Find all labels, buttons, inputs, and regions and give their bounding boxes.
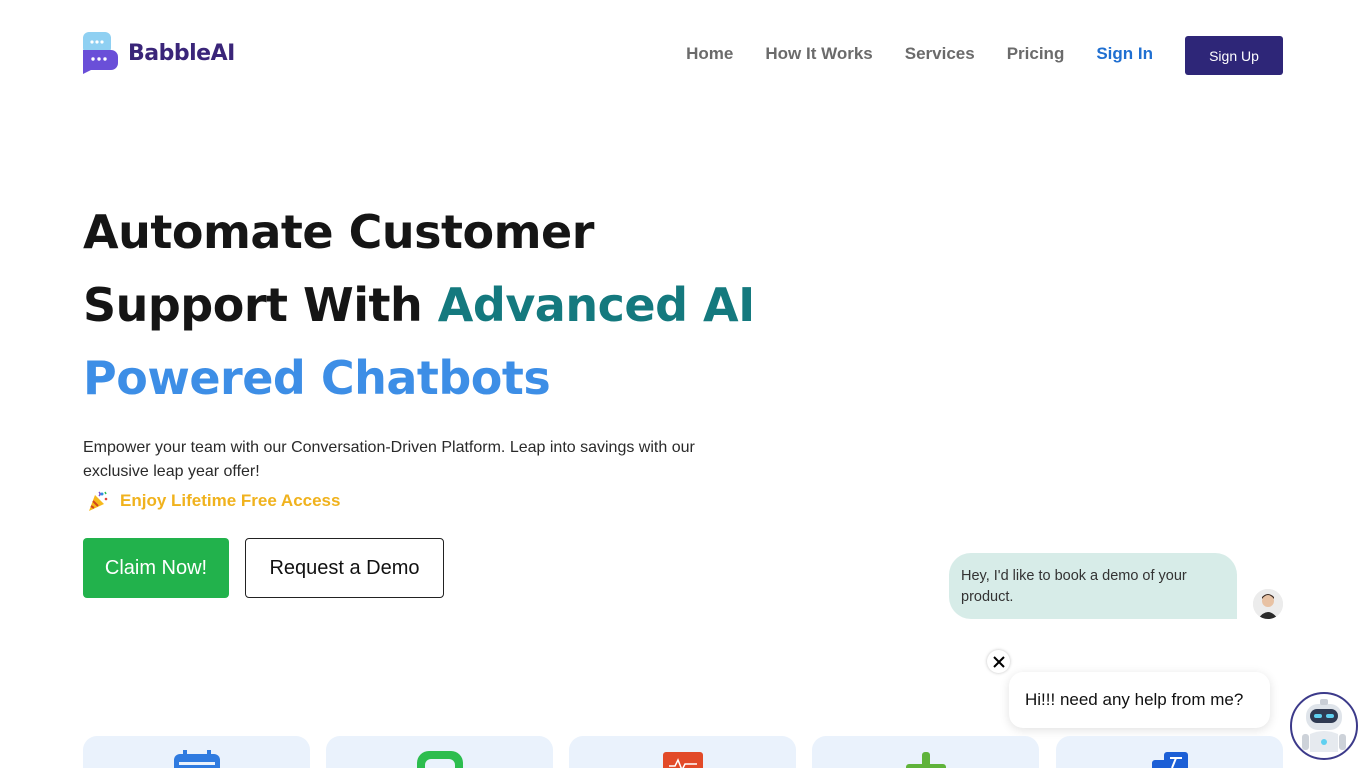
close-icon[interactable] [987,650,1010,673]
hero-title-line2a: Support With [83,278,438,332]
hero-title-highlight-blue: Powered Chatbots [83,351,551,405]
brand-logo[interactable]: BabbleAI [83,32,235,74]
feature-card-analytics[interactable] [569,736,796,768]
translate-icon [1146,750,1194,768]
nav-services[interactable]: Services [905,44,975,64]
site-header: BabbleAI Home How It Works Services Pric… [83,32,1283,76]
puzzle-icon [902,750,950,768]
sign-up-button[interactable]: Sign Up [1185,36,1283,75]
claim-now-button[interactable]: Claim Now! [83,538,229,598]
hero-title: Automate Customer Support With Advanced … [83,196,783,415]
brand-name: BabbleAI [128,40,235,66]
request-demo-button[interactable]: Request a Demo [245,538,444,598]
party-popper-icon [86,489,110,513]
feature-card-translation[interactable] [1056,736,1283,768]
feature-card-chat[interactable] [326,736,553,768]
hero-title-line1: Automate Customer [83,205,594,259]
analytics-icon [659,750,707,768]
hero-title-highlight-teal: Advanced AI [437,278,755,332]
user-message-bubble: Hey, I'd like to book a demo of your pro… [949,553,1237,619]
nav-how-it-works[interactable]: How It Works [765,44,872,64]
user-avatar [1253,589,1283,619]
offer-callout: Enjoy Lifetime Free Access [86,489,340,513]
robot-icon [1302,699,1346,752]
sign-in-link[interactable]: Sign In [1096,44,1153,64]
calendar-icon [173,750,221,768]
chat-bubbles-logo-icon [83,32,119,74]
nav-home[interactable]: Home [686,44,733,64]
main-nav: Home How It Works Services Pricing Sign … [654,44,1153,64]
feature-card-integrations[interactable] [812,736,1039,768]
offer-text: Enjoy Lifetime Free Access [120,491,341,510]
chat-widget-greeting[interactable]: Hi!!! need any help from me? [1009,672,1270,728]
chat-icon [416,750,464,768]
chatbot-launcher[interactable] [1290,692,1358,760]
hero-subtitle: Empower your team with our Conversation-… [83,439,695,480]
nav-pricing[interactable]: Pricing [1007,44,1065,64]
feature-card-scheduling[interactable] [83,736,310,768]
